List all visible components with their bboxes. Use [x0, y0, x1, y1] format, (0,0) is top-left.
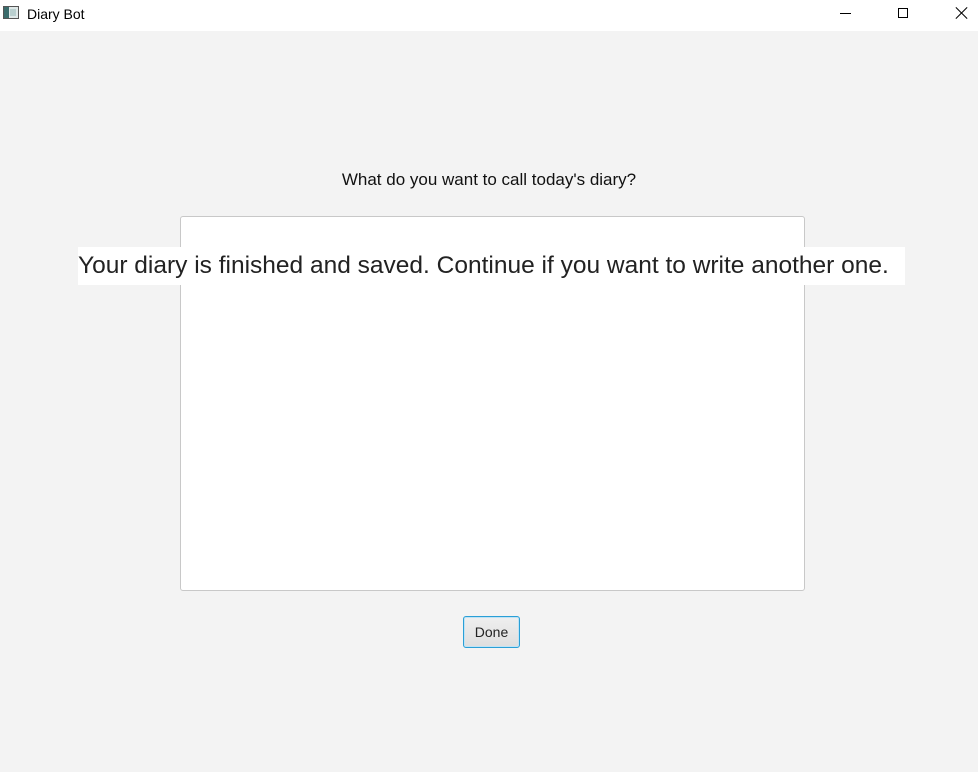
window-title: Diary Bot — [27, 6, 85, 22]
diary-title-prompt: What do you want to call today's diary? — [341, 170, 637, 189]
saved-status-message: Your diary is finished and saved. Contin… — [78, 247, 905, 285]
maximize-button[interactable] — [880, 0, 926, 30]
app-icon — [3, 6, 19, 19]
done-button[interactable]: Done — [463, 616, 520, 648]
maximize-icon — [898, 8, 908, 18]
close-button[interactable] — [939, 0, 978, 30]
minimize-icon — [839, 12, 851, 14]
close-icon — [956, 7, 968, 19]
title-bar[interactable]: Diary Bot — [0, 0, 978, 31]
app-window: Diary Bot What do you want to call today… — [0, 0, 978, 772]
minimize-button[interactable] — [822, 0, 868, 30]
